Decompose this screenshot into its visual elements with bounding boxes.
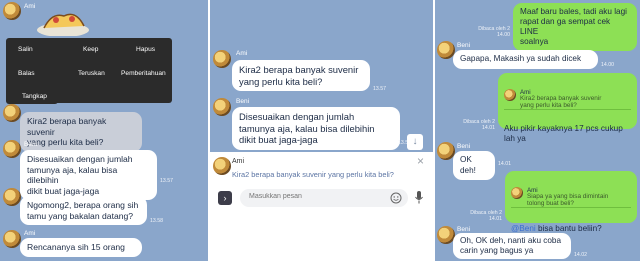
- message-bubble[interactable]: Disesuaikan dengan jumlah tamunya aja, k…: [20, 150, 157, 200]
- sticker-image: [37, 13, 89, 36]
- menu-copy[interactable]: Salin: [18, 46, 33, 53]
- chat-panel-context-menu: Ami Salin Keep Hapus Balas Teruskan Pemb…: [0, 0, 208, 261]
- message-time: 13.58: [150, 218, 163, 224]
- sent-message-bubble[interactable]: Maaf baru bales, tadi aku lagi rapat dan…: [513, 3, 637, 51]
- chevron-down-icon: ↓: [412, 136, 418, 147]
- menu-reply[interactable]: Balas: [18, 70, 35, 77]
- emoji-icon[interactable]: [390, 192, 402, 204]
- avatar-ami[interactable]: [3, 2, 21, 20]
- sender-name: Beni: [457, 143, 471, 150]
- sender-name: Ami: [24, 230, 36, 237]
- message-bubble-selected[interactable]: Kira2 berapa banyak suvenir yang perlu k…: [20, 112, 142, 152]
- sent-reply-bubble[interactable]: Ami Siapa ya yang bisa dimintain tolong …: [505, 171, 637, 233]
- sender-name: Beni: [24, 141, 38, 148]
- message-input[interactable]: [249, 193, 369, 200]
- sender-name: Beni: [457, 226, 471, 233]
- sent-reply-bubble[interactable]: Ami Kira2 berapa banyak suvenir yang per…: [498, 73, 637, 143]
- message-bubble[interactable]: Rencananya sih 15 orang: [20, 238, 142, 257]
- sender-name: Beni: [457, 42, 471, 49]
- avatar-beni[interactable]: [213, 98, 231, 116]
- user-mention[interactable]: @Beni: [511, 224, 536, 233]
- message-time: 13.57: [160, 178, 173, 184]
- reply-sender: Ami: [232, 158, 245, 165]
- message-bubble[interactable]: Kira2 berapa banyak suvenir yang perlu k…: [232, 60, 370, 91]
- quoted-text: Kira2 berapa banyak suvenir yang perlu k…: [520, 94, 602, 109]
- menu-delete[interactable]: Hapus: [136, 46, 155, 53]
- avatar-ami: [504, 88, 516, 101]
- message-bubble[interactable]: Ngomong2, berapa orang sih tamu yang bak…: [20, 196, 147, 225]
- scroll-to-bottom-button[interactable]: ↓: [407, 134, 423, 150]
- quoted-text: Siapa ya yang bisa dimintain tolong buat…: [527, 192, 609, 207]
- menu-screenshot[interactable]: Tangkap: [6, 88, 58, 104]
- reply-text: Aku pikir kayaknya 17 pcs cukup lah ya: [504, 124, 623, 143]
- reply-text: Kira2 berapa banyak suvenir yang perlu k…: [232, 170, 394, 179]
- message-bubble[interactable]: Gapapa, Makasih ya sudah dicek: [453, 50, 598, 69]
- message-time: 14.02: [574, 252, 587, 258]
- avatar-ami[interactable]: [3, 230, 21, 248]
- read-receipt: Dibaca oleh 2 14.01: [463, 119, 495, 131]
- sender-name: Beni: [236, 98, 250, 105]
- message-time: 13.57: [373, 86, 386, 92]
- menu-keep[interactable]: Keep: [83, 46, 98, 53]
- avatar-beni[interactable]: [3, 140, 21, 158]
- reply-text-body: bisa bantu beliin?: [535, 224, 602, 233]
- avatar-ami: [511, 186, 523, 199]
- message-time: 14.01: [498, 161, 511, 167]
- message-bubble[interactable]: Disesuaikan dengan jumlah tamunya aja, k…: [232, 107, 400, 150]
- microphone-icon[interactable]: [414, 190, 424, 205]
- read-receipt: Dibaca oleh 2 14.01: [470, 210, 502, 222]
- message-bubble[interactable]: Oh, OK deh, nanti aku coba carin yang ba…: [453, 233, 571, 259]
- avatar-ami[interactable]: [3, 104, 21, 122]
- menu-forward[interactable]: Teruskan: [78, 70, 105, 77]
- avatar-beni[interactable]: [3, 188, 21, 206]
- message-bubble[interactable]: OK deh!: [453, 151, 495, 180]
- chat-panel-conversation: Maaf baru bales, tadi aku lagi rapat dan…: [435, 0, 640, 261]
- sender-name: Ami: [236, 50, 248, 57]
- read-receipt: Dibaca oleh 2 14.00: [478, 26, 510, 38]
- message-time: 14.00: [601, 62, 614, 68]
- menu-announce[interactable]: Pemberitahuan: [121, 70, 166, 77]
- close-icon[interactable]: ×: [417, 154, 424, 168]
- send-arrow-icon[interactable]: ›: [218, 191, 232, 205]
- chat-panel-reply: Ami Kira2 berapa banyak suvenir yang per…: [210, 0, 433, 261]
- avatar-ami: [213, 157, 231, 175]
- avatar-ami[interactable]: [213, 50, 231, 68]
